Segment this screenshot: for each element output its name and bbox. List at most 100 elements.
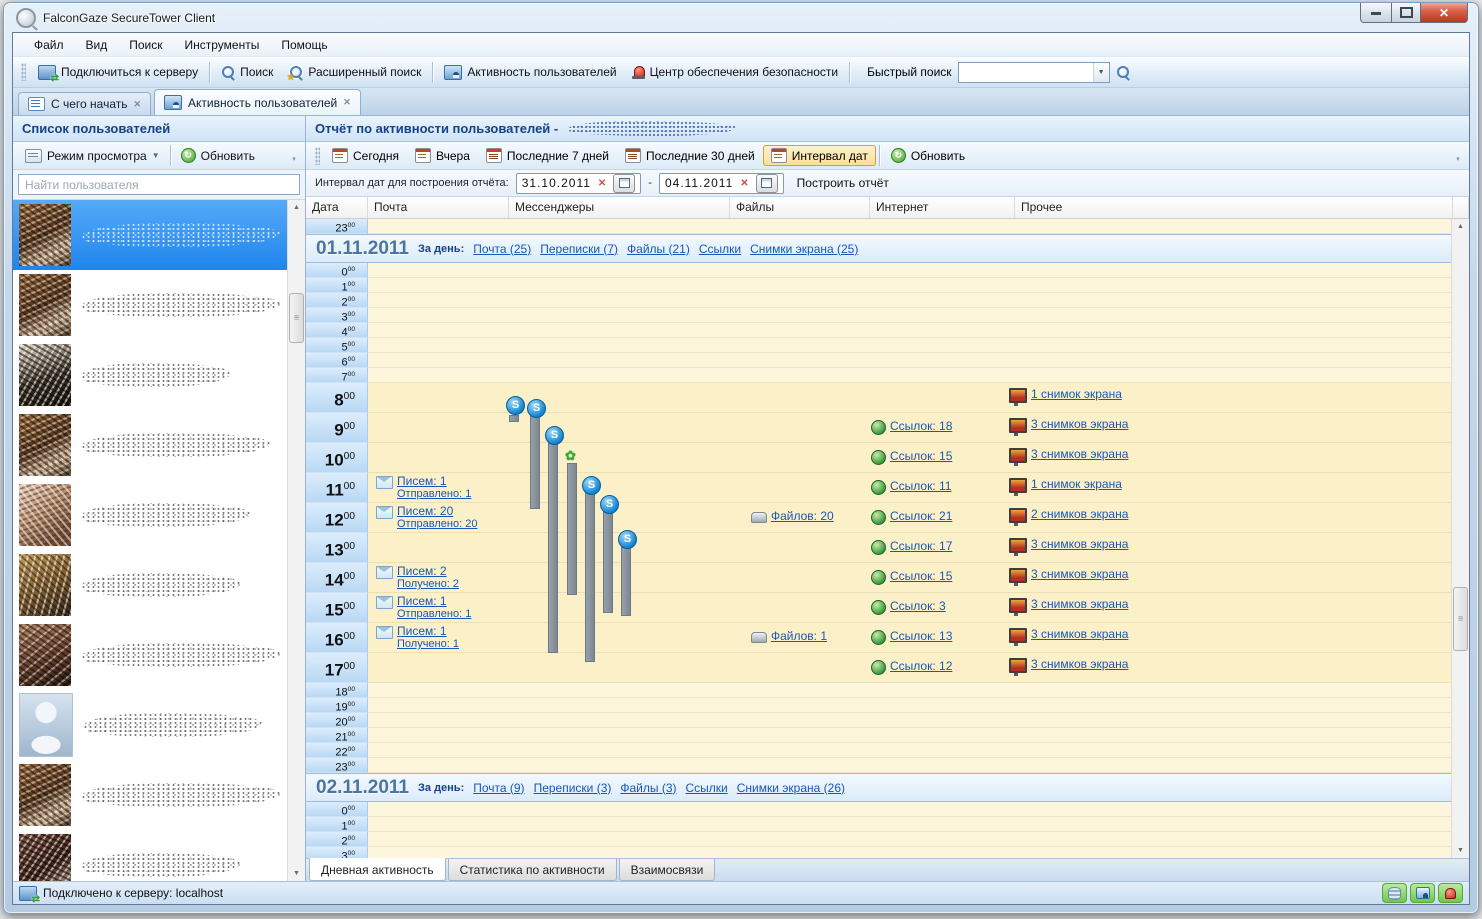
user-list-item[interactable]: [13, 620, 287, 690]
user-list-item[interactable]: [13, 340, 287, 410]
user-list-item[interactable]: [13, 480, 287, 550]
links-count-link[interactable]: Ссылок: 15: [890, 569, 952, 583]
mail-direction-link[interactable]: Отправлено: 1: [397, 488, 471, 501]
toolbar-overflow-chevron[interactable]: ▾: [1452, 155, 1464, 169]
mail-count-link[interactable]: Писем: 1: [397, 625, 459, 638]
hour-cell[interactable]: [368, 713, 1451, 728]
toolbar-overflow-chevron[interactable]: ▾: [288, 155, 300, 169]
user-list-item[interactable]: [13, 690, 287, 760]
hour-cell[interactable]: [368, 308, 1451, 323]
user-list-item[interactable]: [13, 760, 287, 830]
screenshots-link[interactable]: 3 снимков экрана: [1031, 567, 1128, 581]
quick-search-go-icon[interactable]: [1116, 65, 1130, 79]
files-count-link[interactable]: Файлов: 20: [771, 509, 834, 523]
titlebar[interactable]: FalconGaze SecureTower Client ▬ ✕: [4, 3, 1478, 32]
scroll-up-arrow[interactable]: ▲: [288, 200, 305, 215]
day-summary-link[interactable]: Почта (9): [473, 781, 524, 795]
day-summary-link[interactable]: Снимки экрана (25): [750, 242, 858, 256]
tab-user-activity[interactable]: Активность пользователей✕: [154, 89, 361, 115]
hour-cell[interactable]: [368, 263, 1451, 278]
date-from-field[interactable]: 31.10.2011 ✕: [516, 173, 642, 194]
mail-count-link[interactable]: Писем: 20: [397, 505, 477, 518]
user-list-item[interactable]: [13, 410, 287, 480]
database-status-icon[interactable]: [1382, 883, 1407, 903]
connect-server-button[interactable]: Подключиться к серверу: [30, 62, 206, 83]
tab-getting-started[interactable]: С чего начать✕: [18, 92, 151, 115]
day-summary-link[interactable]: Переписки (7): [540, 242, 618, 256]
timeline-scrollbar[interactable]: ▲ ▼: [1451, 219, 1469, 858]
range-button-5[interactable]: Интервал дат: [763, 145, 876, 166]
range-button-1[interactable]: Сегодня: [324, 145, 407, 166]
date-to-value[interactable]: 04.11.2011: [665, 176, 733, 190]
menu-item-4[interactable]: Помощь: [270, 36, 338, 54]
tab-close-icon[interactable]: ✕: [343, 97, 351, 108]
mail-direction-link[interactable]: Получено: 1: [397, 638, 459, 651]
column-header-прочее[interactable]: Прочее: [1015, 197, 1453, 218]
users-refresh-button[interactable]: ↻ Обновить: [174, 145, 262, 166]
scroll-down-arrow[interactable]: ▼: [1452, 843, 1469, 858]
column-header-почта[interactable]: Почта: [368, 197, 509, 218]
mail-count-link[interactable]: Писем: 2: [397, 565, 459, 578]
scroll-track[interactable]: [288, 215, 305, 866]
mail-count-link[interactable]: Писем: 1: [397, 595, 471, 608]
user-activity-button[interactable]: Активность пользователей: [436, 62, 624, 83]
column-header-интернет[interactable]: Интернет: [870, 197, 1015, 218]
screenshots-link[interactable]: 3 снимков экрана: [1031, 447, 1128, 461]
hour-cell[interactable]: [368, 338, 1451, 353]
screenshots-link[interactable]: 1 снимок экрана: [1031, 477, 1122, 491]
hour-cell[interactable]: [368, 683, 1451, 698]
mail-count-link[interactable]: Писем: 1: [397, 475, 471, 488]
clear-date-icon[interactable]: ✕: [598, 178, 606, 189]
scroll-thumb[interactable]: [289, 293, 304, 343]
view-mode-button[interactable]: Режим просмотра ▼: [18, 146, 167, 166]
hour-cell[interactable]: [368, 802, 1451, 817]
day-summary-link[interactable]: Ссылки: [686, 781, 728, 795]
hour-cell[interactable]: [368, 293, 1451, 308]
user-list-item[interactable]: [13, 200, 287, 270]
advanced-search-button[interactable]: ★ Расширенный поиск: [281, 62, 429, 82]
alert-status-icon[interactable]: [1438, 883, 1463, 903]
mail-direction-link[interactable]: Отправлено: 1: [397, 608, 471, 621]
hour-cell[interactable]: [368, 832, 1451, 847]
hour-cell[interactable]: [368, 368, 1451, 383]
maximize-button[interactable]: [1392, 3, 1421, 23]
links-count-link[interactable]: Ссылок: 3: [890, 599, 946, 613]
scroll-thumb[interactable]: [1453, 587, 1468, 651]
scroll-track[interactable]: [1452, 234, 1469, 843]
user-list-scrollbar[interactable]: ▲ ▼: [287, 200, 305, 881]
links-count-link[interactable]: Ссылок: 18: [890, 419, 952, 433]
day-summary-link[interactable]: Снимки экрана (26): [737, 781, 845, 795]
date-to-field[interactable]: 04.11.2011 ✕: [659, 173, 784, 194]
hour-cell[interactable]: [368, 219, 1451, 234]
screenshots-link[interactable]: 3 снимков экрана: [1031, 627, 1128, 641]
hour-cell[interactable]: [368, 817, 1451, 832]
user-list-item[interactable]: [13, 270, 287, 340]
toolbar-grip[interactable]: [315, 147, 320, 165]
hour-cell[interactable]: [368, 847, 1451, 858]
hour-cell[interactable]: [368, 743, 1451, 758]
column-header-мессенджеры[interactable]: Мессенджеры: [509, 197, 730, 218]
scroll-down-arrow[interactable]: ▼: [288, 866, 305, 881]
calendar-picker-button[interactable]: [613, 174, 635, 193]
security-center-button[interactable]: Центр обеспечения безопасности: [625, 62, 847, 82]
toolbar-grip[interactable]: [21, 63, 26, 81]
day-summary-link[interactable]: Файлы (3): [620, 781, 676, 795]
user-list-item[interactable]: [13, 830, 287, 881]
hour-cell[interactable]: [368, 758, 1451, 773]
links-count-link[interactable]: Ссылок: 13: [890, 629, 952, 643]
range-button-4[interactable]: Последние 30 дней: [617, 145, 763, 166]
build-report-button[interactable]: Построить отчёт: [797, 176, 889, 190]
column-header-файлы[interactable]: Файлы: [730, 197, 870, 218]
hour-cell[interactable]: [368, 353, 1451, 368]
quick-search-combobox[interactable]: ▼: [958, 62, 1110, 83]
clear-date-icon[interactable]: ✕: [740, 178, 748, 189]
screenshots-link[interactable]: 3 снимков экрана: [1031, 657, 1128, 671]
menu-item-1[interactable]: Вид: [75, 36, 119, 54]
menu-item-0[interactable]: Файл: [23, 36, 75, 54]
close-button[interactable]: ✕: [1421, 3, 1468, 23]
day-summary-link[interactable]: Переписки (3): [534, 781, 612, 795]
mail-direction-link[interactable]: Получено: 2: [397, 578, 459, 591]
tab-close-icon[interactable]: ✕: [134, 99, 142, 110]
chevron-down-icon[interactable]: ▼: [1093, 63, 1109, 82]
files-count-link[interactable]: Файлов: 1: [771, 629, 827, 643]
